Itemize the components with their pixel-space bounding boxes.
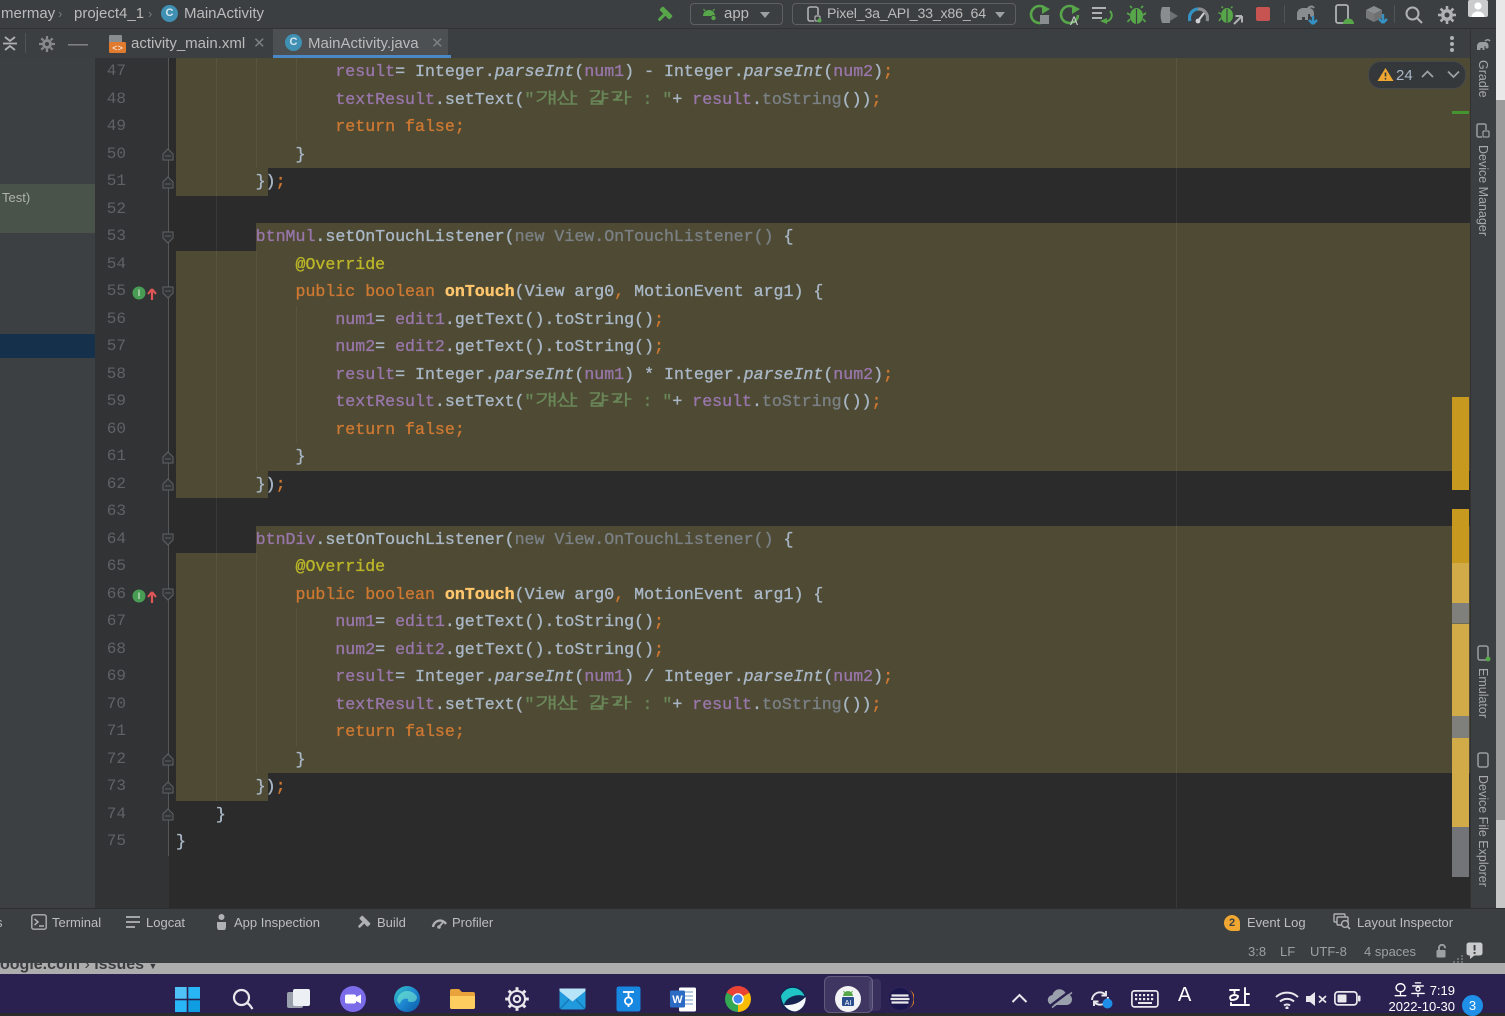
svg-text:AI: AI bbox=[845, 1000, 852, 1007]
svg-text:I: I bbox=[138, 288, 141, 298]
svg-text:<>: <> bbox=[112, 44, 123, 53]
svg-text:A: A bbox=[1070, 14, 1078, 26]
svg-text:W: W bbox=[672, 994, 683, 1006]
svg-text:I: I bbox=[138, 591, 141, 601]
